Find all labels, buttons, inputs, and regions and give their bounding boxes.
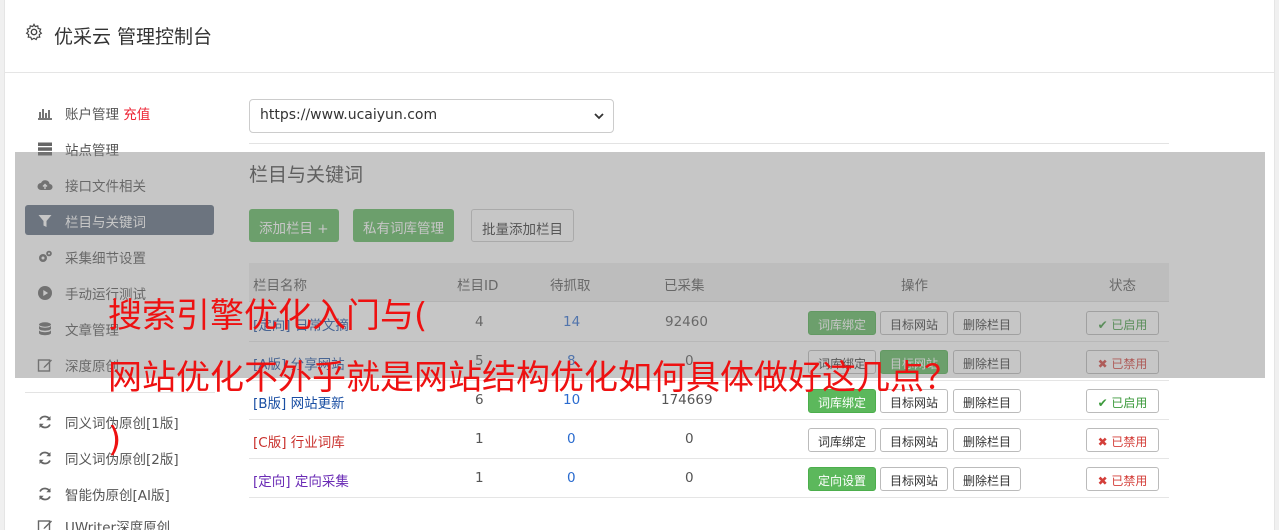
table-row: [C版] 行业词库 1 0 0 词库绑定 目标网站 删除栏目 ✖ 已禁用 bbox=[249, 420, 1169, 459]
target-site-button[interactable]: 目标网站 bbox=[880, 467, 949, 491]
overlay-headline-line1: 搜索引擎优化入门与( bbox=[108, 296, 428, 336]
target-site-button[interactable]: 目标网站 bbox=[880, 428, 949, 452]
recharge-link[interactable]: 充值 bbox=[123, 107, 150, 123]
console-title: 优采云 管理控制台 bbox=[54, 26, 213, 48]
edit-icon bbox=[37, 520, 52, 530]
console-header: 优采云 管理控制台 bbox=[5, 0, 1274, 73]
site-select[interactable]: https://www.ucaiyun.com bbox=[249, 99, 614, 133]
bar-chart-icon bbox=[38, 109, 52, 120]
status-badge[interactable]: ✖ 已禁用 bbox=[1086, 467, 1159, 491]
pending-count[interactable]: 0 bbox=[567, 431, 576, 447]
directed-settings-button[interactable]: 定向设置 bbox=[808, 467, 877, 491]
status-badge[interactable]: ✔ 已启用 bbox=[1086, 389, 1159, 413]
sidebar-item-label: 智能伪原创[AI版] bbox=[65, 488, 170, 504]
divider bbox=[249, 143, 1169, 144]
overlay-headline-line2: 网站优化不外乎就是网站结构优化如何具体做好这几点？ bbox=[108, 358, 958, 398]
site-select-value: https://www.ucaiyun.com bbox=[260, 107, 438, 123]
sidebar-item-uwriter[interactable]: UWriter深度原创 bbox=[25, 510, 214, 530]
sidebar-item-label: 同义词伪原创[2版] bbox=[65, 452, 179, 468]
gear-icon bbox=[25, 23, 43, 41]
column-name[interactable]: [C版] 行业词库 bbox=[253, 431, 345, 451]
column-name[interactable]: [定向] 定向采集 bbox=[253, 470, 349, 490]
overlay-headline-line3: ) bbox=[108, 420, 122, 460]
gray-overlay bbox=[15, 152, 1265, 378]
sidebar-item-label: 账户管理 bbox=[65, 107, 119, 123]
sidebar-item-account[interactable]: 账户管理 充值 bbox=[25, 97, 214, 127]
status-badge[interactable]: ✖ 已禁用 bbox=[1086, 428, 1159, 452]
pending-count[interactable]: 0 bbox=[567, 470, 576, 486]
delete-column-button[interactable]: 删除栏目 bbox=[953, 389, 1022, 413]
refresh-icon bbox=[39, 415, 51, 429]
collected-count: 0 bbox=[685, 470, 694, 486]
sidebar-item-label: 同义词伪原创[1版] bbox=[65, 416, 179, 432]
delete-column-button[interactable]: 删除栏目 bbox=[953, 467, 1022, 491]
bind-lib-button[interactable]: 词库绑定 bbox=[808, 428, 877, 452]
sidebar-item-label: UWriter深度原创 bbox=[65, 520, 171, 530]
column-id: 1 bbox=[475, 470, 484, 486]
refresh-icon bbox=[39, 451, 51, 465]
delete-column-button[interactable]: 删除栏目 bbox=[953, 428, 1022, 452]
sidebar-item-ai-rewrite[interactable]: 智能伪原创[AI版] bbox=[25, 478, 214, 508]
chevron-down-icon bbox=[594, 113, 604, 120]
column-id: 1 bbox=[475, 431, 484, 447]
collected-count: 0 bbox=[685, 431, 694, 447]
table-row: [定向] 定向采集 1 0 0 定向设置 目标网站 删除栏目 ✖ 已禁用 bbox=[249, 459, 1169, 498]
refresh-icon bbox=[39, 487, 51, 501]
